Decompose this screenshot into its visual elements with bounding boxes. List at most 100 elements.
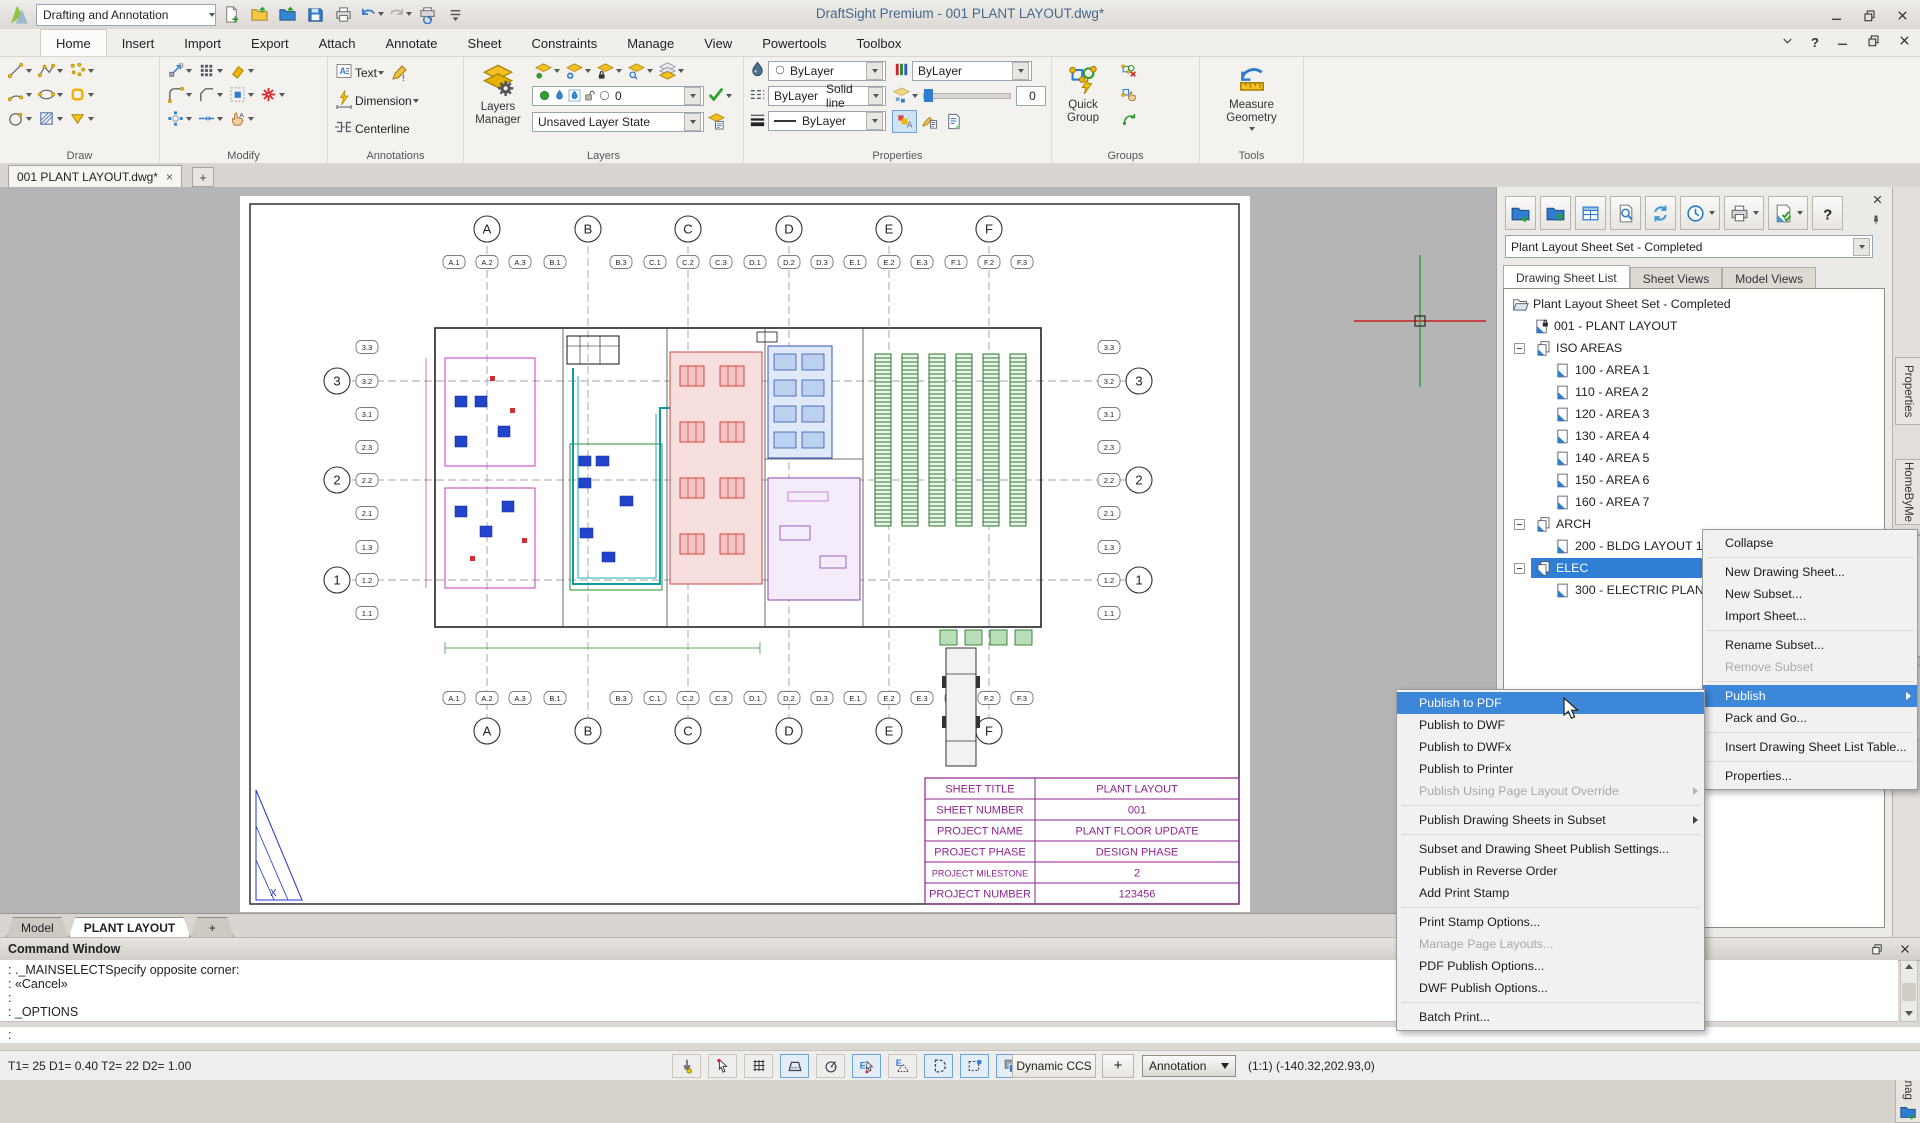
line-style-combo[interactable]: ByLayerSolid line	[768, 86, 886, 106]
undo-button[interactable]	[358, 2, 384, 26]
collapse-icon[interactable]	[1514, 519, 1525, 530]
panel-tab-model-views[interactable]: Model Views	[1722, 267, 1816, 289]
draw-ellipse-button[interactable]	[35, 84, 65, 105]
status-toggle-gravity[interactable]	[924, 1054, 953, 1078]
open-file-button[interactable]	[246, 2, 272, 26]
scroll-up-icon[interactable]	[1905, 964, 1913, 969]
ungroup-button[interactable]	[1118, 60, 1140, 80]
float-window-icon[interactable]	[1870, 942, 1884, 956]
modify-explode-button[interactable]	[164, 108, 194, 129]
ribbon-tab-export[interactable]: Export	[236, 30, 304, 56]
layout-tab-plant-layout[interactable]: PLANT LAYOUT	[69, 917, 191, 937]
collapse-icon[interactable]	[1514, 563, 1525, 574]
close-icon[interactable]	[1871, 193, 1884, 206]
command-scrollbar[interactable]	[1900, 960, 1918, 1022]
draw-points-button[interactable]	[66, 60, 96, 81]
group-arrow-button[interactable]	[1118, 108, 1140, 128]
customize-toolbar-button[interactable]	[442, 2, 468, 26]
document-tab[interactable]: 001 PLANT LAYOUT.dwg* ×	[8, 165, 182, 187]
dimension-tool-button[interactable]: Dimension	[332, 88, 421, 113]
draw-polyline-button[interactable]	[35, 60, 65, 81]
tree-item-160-area-7[interactable]: 160 - AREA 7	[1504, 491, 1884, 513]
panel-tab-drawing-sheet-list[interactable]: Drawing Sheet List	[1503, 265, 1630, 289]
print-button[interactable]	[330, 2, 356, 26]
modify-stretch-button[interactable]	[195, 108, 225, 129]
print-button[interactable]	[1724, 196, 1764, 230]
annotation-scale-combo[interactable]: Annotation	[1142, 1055, 1236, 1077]
submenu-item-pdf-publish-options[interactable]: PDF Publish Options...	[1397, 955, 1704, 977]
tree-item-plant-layout-sheet-set-completed[interactable]: Plant Layout Sheet Set - Completed	[1504, 293, 1884, 315]
status-toggle-ortho[interactable]	[780, 1054, 809, 1078]
submenu-item-manage-page-layouts[interactable]: Manage Page Layouts...	[1397, 933, 1704, 955]
save-button[interactable]	[302, 2, 328, 26]
draw-circle-button[interactable]	[4, 108, 34, 129]
redo-button[interactable]	[386, 2, 412, 26]
accept-layer-button[interactable]	[705, 84, 734, 107]
drawing-canvas[interactable]: AABBCCDDEEFF332211A.1A.1A.2A.2A.3A.3B.1B…	[0, 187, 1496, 913]
schedule-button[interactable]	[1680, 196, 1720, 230]
ribbon-tab-powertools[interactable]: Powertools	[747, 30, 841, 56]
sheet-table-button[interactable]	[1575, 196, 1606, 230]
new-layout-tab-button[interactable]: +	[190, 917, 234, 937]
submenu-item-publish-in-reverse-order[interactable]: Publish in Reverse Order	[1397, 860, 1704, 882]
menu-item-insert-drawing-sheet-list-table[interactable]: Insert Drawing Sheet List Table...	[1703, 736, 1917, 758]
layers-stack-button[interactable]	[656, 60, 686, 81]
centerline-tool-button[interactable]: Centerline	[332, 116, 412, 141]
menu-item-collapse[interactable]: Collapse	[1703, 532, 1917, 554]
modify-chamfer-button[interactable]	[195, 84, 225, 105]
close-icon[interactable]	[1895, 8, 1910, 23]
modify-flip-button[interactable]: A	[226, 108, 256, 129]
ribbon-tab-annotate[interactable]: Annotate	[370, 30, 452, 56]
draw-polygon-button[interactable]	[66, 84, 96, 105]
ribbon-tab-import[interactable]: Import	[169, 30, 236, 56]
layer-state-combo[interactable]: Unsaved Layer State	[532, 112, 704, 132]
line-weight-combo[interactable]: ByLayer	[768, 111, 886, 131]
menu-item-import-sheet[interactable]: Import Sheet...	[1703, 605, 1917, 627]
add-scale-button[interactable]: +	[1102, 1054, 1134, 1078]
transparency-number[interactable]: 0	[1016, 86, 1046, 106]
transparency-combo[interactable]: ByLayer	[912, 61, 1032, 81]
tree-item-110-area-2[interactable]: 110 - AREA 2	[1504, 381, 1884, 403]
new-sheet-set-button[interactable]	[1505, 196, 1536, 230]
status-toggle-etrack[interactable]: E	[888, 1054, 917, 1078]
draw-line-button[interactable]	[4, 60, 34, 81]
submenu-item-publish-to-dwf[interactable]: Publish to DWF	[1397, 714, 1704, 736]
menu-item-properties[interactable]: Properties...	[1703, 765, 1917, 787]
layers-manager-button[interactable]: Layers Manager	[468, 60, 528, 134]
collapse-ribbon-icon[interactable]	[1780, 33, 1795, 51]
close-icon[interactable]	[1898, 942, 1912, 956]
layer-states-manager-button[interactable]	[705, 110, 728, 134]
submenu-item-publish-to-pdf[interactable]: Publish to PDF	[1397, 692, 1704, 714]
import-file-button[interactable]	[274, 2, 300, 26]
tree-item-100-area-1[interactable]: 100 - AREA 1	[1504, 359, 1884, 381]
submenu-item-publish-drawing-sheets-in-subset[interactable]: Publish Drawing Sheets in Subset	[1397, 809, 1704, 831]
minimize-icon[interactable]	[1829, 8, 1844, 23]
menu-item-remove-subset[interactable]: Remove Subset	[1703, 656, 1917, 678]
smart-note-button[interactable]: !	[387, 62, 411, 84]
submenu-item-publish-to-printer[interactable]: Publish to Printer	[1397, 758, 1704, 780]
draw-wipeout-button[interactable]	[66, 108, 96, 129]
status-toggle-snap[interactable]	[672, 1054, 701, 1078]
close-icon[interactable]	[1897, 33, 1912, 51]
side-tab-properties[interactable]: Properties	[1895, 357, 1920, 425]
draw-hatch-button[interactable]	[35, 108, 65, 129]
tree-item-130-area-4[interactable]: 130 - AREA 4	[1504, 425, 1884, 447]
draw-arc-button[interactable]	[4, 84, 34, 105]
tree-item-120-area-3[interactable]: 120 - AREA 3	[1504, 403, 1884, 425]
modify-fillet-button[interactable]	[164, 84, 194, 105]
ribbon-tab-attach[interactable]: Attach	[304, 30, 371, 56]
print-preview-button[interactable]	[1610, 196, 1641, 230]
tree-item-001-plant-layout[interactable]: 001 - PLANT LAYOUT	[1504, 315, 1884, 337]
menu-item-new-drawing-sheet[interactable]: New Drawing Sheet...	[1703, 561, 1917, 583]
batch-print-button[interactable]	[414, 2, 440, 26]
ribbon-tab-manage[interactable]: Manage	[612, 30, 689, 56]
new-document-tab-button[interactable]: +	[192, 167, 214, 187]
layer-add-button[interactable]	[563, 60, 593, 81]
status-toggle-polar[interactable]	[816, 1054, 845, 1078]
ribbon-tab-constraints[interactable]: Constraints	[517, 30, 613, 56]
tree-item-150-area-6[interactable]: 150 - AREA 6	[1504, 469, 1884, 491]
refresh-button[interactable]	[1645, 196, 1676, 230]
submenu-item-add-print-stamp[interactable]: Add Print Stamp	[1397, 882, 1704, 904]
layer-search-button[interactable]	[625, 60, 655, 81]
menu-item-rename-subset[interactable]: Rename Subset...	[1703, 634, 1917, 656]
